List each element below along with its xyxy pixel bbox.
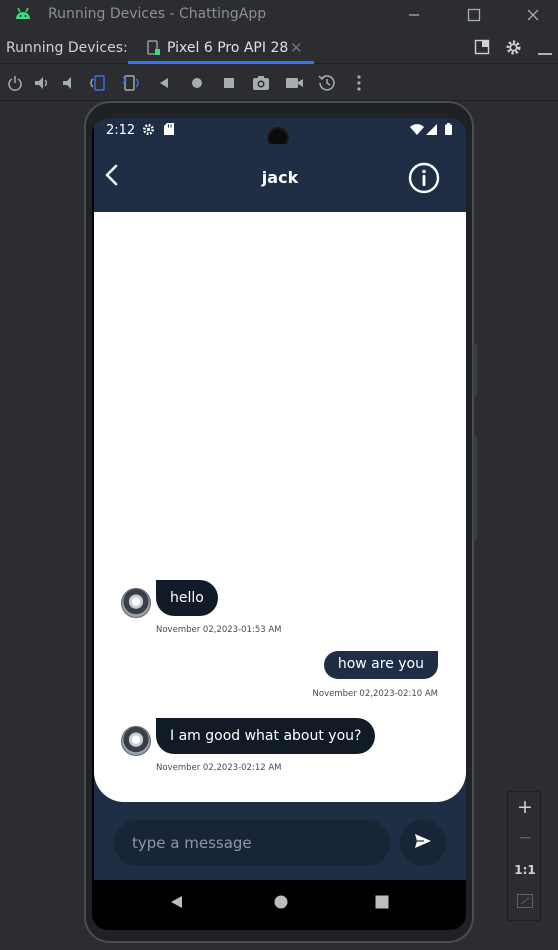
avatar: [121, 726, 151, 756]
device-side-button: [473, 344, 477, 396]
gear-icon[interactable]: [505, 39, 522, 60]
zoom-out-button[interactable]: −: [508, 828, 542, 848]
info-icon[interactable]: [408, 162, 440, 198]
nav-overview-icon[interactable]: [375, 894, 389, 913]
message-timestamp: November 02,2023-02:10 AM: [312, 689, 438, 699]
wifi-icon: [410, 124, 424, 139]
more-options-icon[interactable]: [349, 73, 369, 93]
send-icon: [414, 833, 432, 853]
screenshot-icon[interactable]: [251, 73, 271, 93]
outgoing-message-bubble[interactable]: how are you: [323, 651, 438, 679]
message-timestamp: November 02,2023-02:12 AM: [156, 763, 282, 773]
nav-back-icon[interactable]: [170, 894, 183, 913]
snapshot-restore-icon[interactable]: [317, 73, 337, 93]
zoom-in-button[interactable]: +: [508, 796, 542, 818]
window-title: Running Devices - ChattingApp: [48, 6, 267, 22]
zoom-actual-size-button[interactable]: 1:1: [508, 863, 542, 877]
volume-up-icon[interactable]: [32, 73, 52, 93]
maximize-button[interactable]: [464, 5, 484, 25]
minimize-button[interactable]: [404, 5, 424, 25]
device-icon: [146, 40, 160, 60]
tab-pixel-6-pro[interactable]: Pixel 6 Pro API 28 ✕: [128, 30, 314, 64]
home-icon[interactable]: [187, 73, 207, 93]
phone-screen: 2:12 jack hello November 02,2023-01:53 A…: [92, 118, 466, 930]
settings-status-icon: [142, 123, 155, 140]
rotate-left-icon[interactable]: [88, 73, 108, 93]
tab-active-indicator: [128, 61, 314, 64]
power-icon[interactable]: [5, 73, 25, 93]
zoom-fit-icon[interactable]: [508, 894, 542, 912]
incoming-message-bubble[interactable]: I am good what about you?: [156, 718, 376, 754]
status-time: 2:12: [106, 123, 136, 138]
running-devices-tabbar: Running Devices: Pixel 6 Pro API 28 ✕: [0, 30, 558, 64]
title-bar: Running Devices - ChattingApp: [0, 0, 558, 30]
send-button[interactable]: [400, 820, 446, 866]
close-window-button[interactable]: [523, 5, 543, 25]
hide-panel-icon[interactable]: [538, 44, 552, 60]
nav-home-icon[interactable]: [274, 894, 288, 913]
message-timestamp: November 02,2023-01:53 AM: [156, 625, 282, 635]
system-navigation-bar: [94, 880, 466, 924]
sd-card-icon: [164, 123, 174, 139]
emulator-toolbar: [0, 65, 558, 101]
volume-down-icon[interactable]: [59, 73, 79, 93]
back-icon[interactable]: [154, 73, 174, 93]
battery-icon: [445, 123, 452, 139]
zoom-controls: + − 1:1: [507, 791, 541, 921]
layout-icon[interactable]: [474, 39, 490, 59]
close-tab-icon[interactable]: ✕: [290, 39, 303, 57]
running-devices-label: Running Devices:: [6, 40, 128, 56]
incoming-message-bubble[interactable]: hello: [156, 580, 218, 616]
overview-icon[interactable]: [219, 73, 239, 93]
android-icon: [14, 6, 32, 24]
message-list[interactable]: hello November 02,2023-01:53 AM how are …: [94, 212, 466, 802]
message-input[interactable]: type a message: [114, 820, 390, 866]
rotate-right-icon[interactable]: [121, 73, 141, 93]
record-video-icon[interactable]: [284, 73, 304, 93]
avatar: [121, 588, 151, 618]
cell-signal-icon: [426, 124, 437, 139]
tab-label: Pixel 6 Pro API 28: [167, 40, 289, 56]
device-side-button: [473, 436, 477, 540]
chat-app-bar: jack: [94, 144, 466, 212]
